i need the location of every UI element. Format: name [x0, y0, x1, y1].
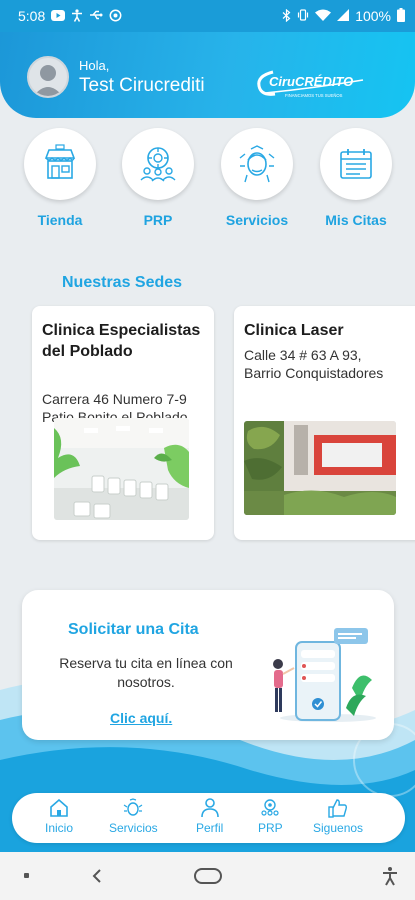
sede-name: Clinica Especialistas del Poblado — [42, 322, 201, 360]
battery-percent: 100% — [355, 8, 391, 24]
appointment-title: Solicitar una Cita — [68, 621, 199, 638]
nav-prp-label: PRP — [258, 821, 283, 835]
nav-siguenos-label: Siguenos — [313, 821, 364, 835]
nav-inicio[interactable]: Inicio — [45, 798, 73, 835]
prp-icon — [140, 147, 176, 182]
quick-mis-citas[interactable]: Mis Citas — [319, 128, 393, 228]
bluetooth-icon — [282, 8, 291, 24]
vibrate-icon — [297, 9, 309, 23]
quick-servicios-label: Servicios — [225, 212, 289, 228]
sede-card[interactable]: Clinica Laser Calle 34 # 63 A 93, Barrio… — [234, 306, 415, 540]
sedes-title: Nuestras Sedes — [62, 274, 183, 291]
home-icon — [50, 799, 68, 817]
services-icon — [239, 145, 275, 183]
user-name: Test Cirucrediti — [79, 75, 205, 96]
battery-icon — [397, 8, 405, 24]
quick-prp[interactable]: PRP — [121, 128, 195, 228]
appointment-illustration — [273, 628, 376, 722]
sede-photo — [244, 421, 396, 515]
back-icon[interactable] — [92, 869, 102, 883]
bottom-navigation: Inicio Servicios Perfil PRP Siguenos — [12, 793, 405, 843]
quick-access: Tienda PRP Servicios Mis Citas — [0, 128, 415, 238]
accessibility-icon[interactable] — [381, 866, 399, 886]
nav-servicios[interactable]: Servicios — [109, 798, 158, 835]
appointment-text: Reserva tu cita en línea con nosotros. — [59, 655, 233, 690]
nav-perfil-label: Perfil — [196, 821, 224, 835]
person-icon — [200, 798, 219, 818]
appointment-card[interactable]: Solicitar una Cita Reserva tu cita en lí… — [22, 590, 394, 740]
nav-prp[interactable]: PRP — [258, 798, 283, 835]
signal-icon — [337, 9, 350, 23]
avatar[interactable] — [27, 56, 69, 98]
quick-tienda-label: Tienda — [37, 212, 83, 228]
calendar-icon — [340, 149, 372, 179]
sede-address: Calle 34 # 63 A 93, Barrio Conquistadore… — [244, 347, 384, 381]
sede-photo — [54, 418, 189, 520]
logo-tagline: FINANCIAMOS TUS SUEÑOS — [285, 93, 343, 98]
quick-mis-citas-label: Mis Citas — [325, 212, 387, 228]
app-header: Hola, Test Cirucrediti CiruCRÉDITO FINAN… — [0, 32, 415, 118]
nav-siguenos[interactable]: Siguenos — [313, 798, 363, 835]
greeting: Hola, — [79, 58, 110, 73]
sede-name: Clinica Laser — [244, 322, 344, 339]
usb-icon — [89, 10, 103, 22]
appointment-link[interactable]: Clic aquí. — [110, 710, 172, 726]
recents-dot-icon[interactable] — [24, 873, 29, 878]
accessibility-icon — [71, 8, 83, 24]
wifi-icon — [315, 9, 332, 23]
nav-inicio-label: Inicio — [45, 821, 74, 835]
quick-prp-label: PRP — [143, 212, 173, 228]
nav-perfil[interactable]: Perfil — [196, 798, 223, 835]
quick-servicios[interactable]: Servicios — [220, 128, 294, 228]
youtube-icon — [51, 9, 66, 23]
status-bar: 5:08 100% — [0, 0, 415, 32]
quick-tienda[interactable]: Tienda — [23, 128, 97, 228]
system-nav-bar — [0, 852, 415, 900]
sede-card[interactable]: Clinica Especialistas del Poblado Carrer… — [32, 306, 214, 540]
brand-logo: CiruCRÉDITO FINANCIAMOS TUS SUEÑOS — [255, 66, 367, 102]
thumbs-up-icon — [328, 799, 348, 818]
services-icon — [124, 798, 143, 816]
home-button[interactable] — [194, 868, 222, 884]
nav-servicios-label: Servicios — [109, 821, 158, 835]
prp-icon — [261, 799, 279, 816]
status-time: 5:08 — [18, 8, 46, 24]
store-icon — [44, 144, 76, 179]
logo-text: CiruCRÉDITO — [269, 74, 353, 89]
sync-icon — [109, 9, 122, 24]
